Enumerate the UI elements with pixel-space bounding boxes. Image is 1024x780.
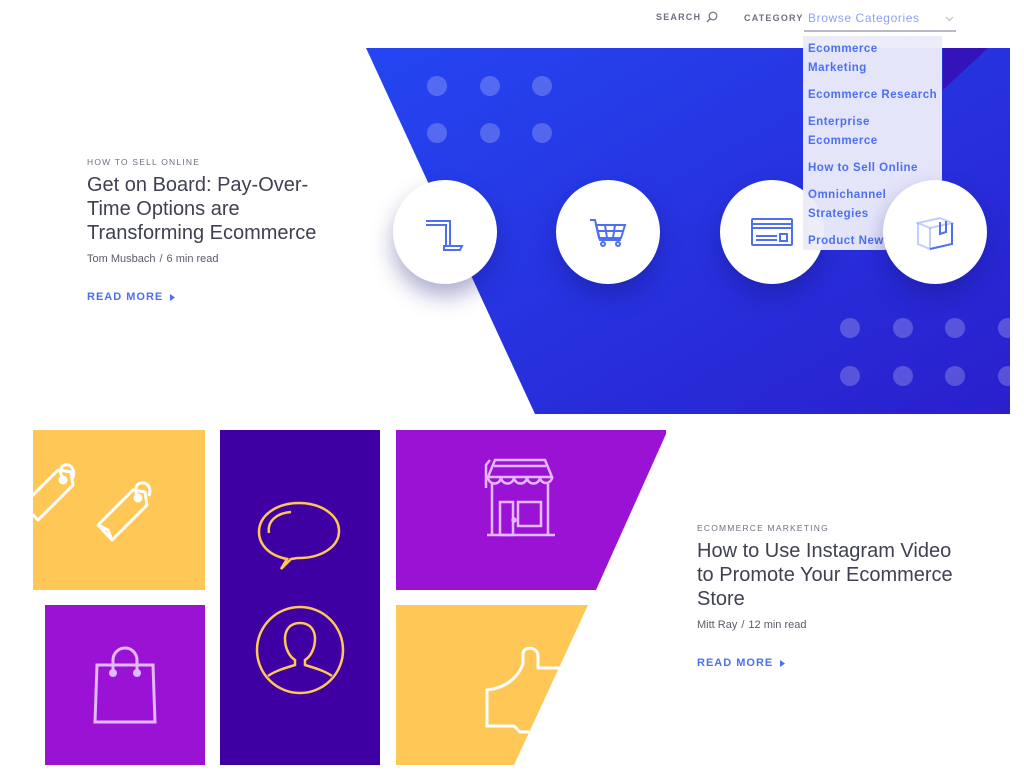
category-select-value: Browse Categories bbox=[808, 11, 920, 25]
category-option-ecommerce-marketing[interactable]: Ecommerce Marketing bbox=[808, 40, 898, 78]
article-read-time: 12 min read bbox=[748, 619, 807, 631]
hero-icon-circle bbox=[393, 180, 497, 284]
article-image-tiles[interactable] bbox=[0, 420, 700, 780]
category-option-ecommerce-research[interactable]: Ecommerce Research bbox=[808, 86, 938, 105]
tile-slanted-shapes bbox=[396, 430, 666, 765]
category-option-enterprise-ecommerce[interactable]: Enterprise Ecommerce bbox=[808, 113, 898, 151]
magnifier-icon bbox=[706, 11, 718, 23]
meta-separator: / bbox=[159, 253, 163, 265]
featured-article: HOW TO SELL ONLINE Get on Board: Pay-Ove… bbox=[87, 157, 347, 305]
featured-read-time: 6 min read bbox=[166, 253, 219, 265]
article-read-more-link[interactable]: READ MORE bbox=[697, 657, 786, 669]
featured-title[interactable]: Get on Board: Pay-Over-Time Options are … bbox=[87, 173, 347, 245]
hero-icon-circle bbox=[883, 180, 987, 284]
display-stand-icon bbox=[426, 220, 464, 251]
article-meta: Mitt Ray /12 min read bbox=[697, 619, 957, 631]
chevron-down-icon bbox=[945, 16, 954, 22]
category-select[interactable]: Browse Categories bbox=[804, 5, 956, 32]
article-category[interactable]: ECOMMERCE MARKETING bbox=[697, 523, 957, 533]
featured-author[interactable]: Tom Musbach bbox=[87, 253, 155, 265]
read-more-label: READ MORE bbox=[87, 291, 164, 303]
featured-meta: Tom Musbach /6 min read bbox=[87, 253, 347, 265]
search-button[interactable]: SEARCH bbox=[656, 11, 718, 23]
credit-card-icon bbox=[751, 218, 793, 246]
category-label: CATEGORY bbox=[744, 13, 804, 23]
featured-category[interactable]: HOW TO SELL ONLINE bbox=[87, 157, 347, 167]
caret-right-icon bbox=[780, 659, 786, 667]
tile-thumbs-up bbox=[396, 605, 588, 765]
tile-storefront bbox=[396, 430, 666, 590]
read-more-label: READ MORE bbox=[697, 657, 774, 669]
featured-read-more-link[interactable]: READ MORE bbox=[87, 291, 176, 303]
meta-separator: / bbox=[741, 619, 745, 631]
shopping-cart-icon bbox=[590, 219, 627, 247]
category-option-how-to-sell-online[interactable]: How to Sell Online bbox=[808, 159, 938, 178]
article-title[interactable]: How to Use Instagram Video to Promote Yo… bbox=[697, 539, 957, 611]
caret-right-icon bbox=[170, 293, 176, 301]
top-bar: SEARCH CATEGORY Browse Categories bbox=[0, 0, 1024, 40]
search-label: SEARCH bbox=[656, 12, 702, 22]
package-box-icon bbox=[914, 216, 956, 251]
hero-icon-circle bbox=[556, 180, 660, 284]
article-author[interactable]: Mitt Ray bbox=[697, 619, 737, 631]
article-card: ECOMMERCE MARKETING How to Use Instagram… bbox=[697, 523, 957, 671]
